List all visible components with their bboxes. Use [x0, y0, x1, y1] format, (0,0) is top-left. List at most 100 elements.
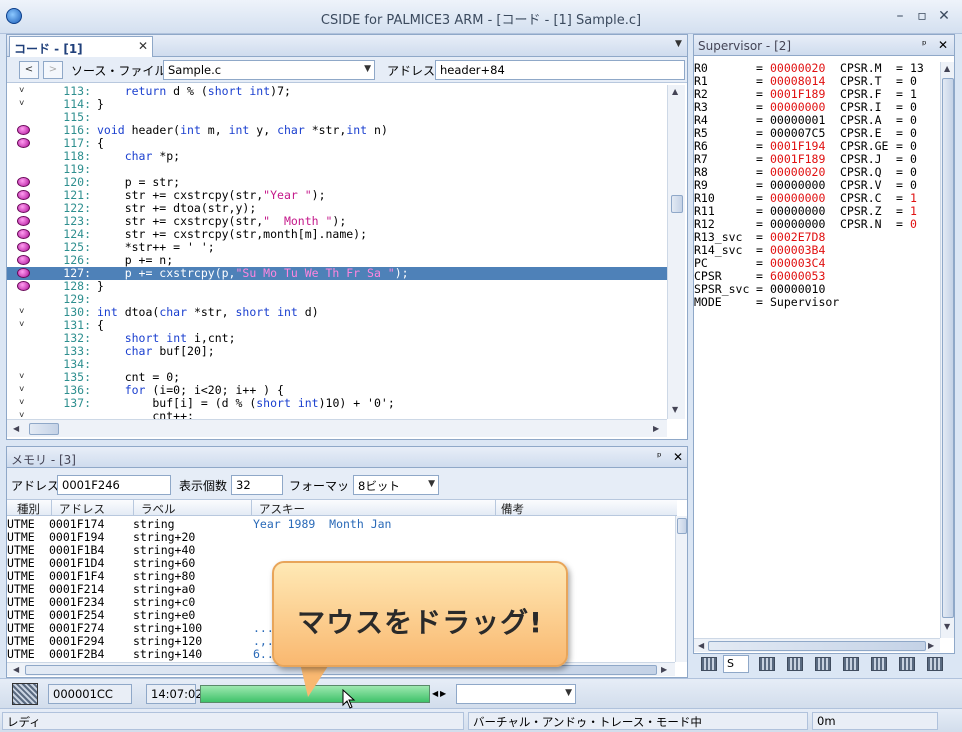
register-tab-icon[interactable]	[843, 657, 859, 671]
scroll-down-icon[interactable]: ▼	[944, 622, 950, 631]
table-row[interactable]: UTME 0001F174 string Year 1989 Month Jan	[7, 518, 675, 531]
code-line[interactable]: ˅ 113: return d % (short int)7;	[7, 85, 667, 98]
breakpoint-icon[interactable]	[17, 281, 30, 291]
close-icon[interactable]: ✕	[934, 6, 954, 26]
arrow-marker-icon[interactable]: ˅	[19, 385, 33, 396]
register-list: R0 = 00000020 CPSR.M = 13 R1 = 00008014 CPSR.T = 0 R…	[694, 62, 938, 622]
hscroll-thumb[interactable]	[29, 423, 59, 435]
scroll-down-icon[interactable]: ▼	[672, 405, 678, 414]
breakpoint-icon[interactable]	[17, 138, 30, 148]
col-notes[interactable]: 備考	[501, 501, 524, 517]
arrow-marker-icon[interactable]: ˅	[19, 86, 33, 97]
scroll-left-icon[interactable]: ◀	[13, 424, 19, 433]
arrow-marker-icon[interactable]: ˅	[19, 398, 33, 409]
hscroll-thumb[interactable]	[708, 641, 926, 651]
step-back-icon[interactable]: ◀	[432, 689, 438, 698]
time-field: 14:07:02	[146, 684, 203, 704]
arrow-marker-icon[interactable]: ˅	[19, 99, 33, 110]
tab-sample-c[interactable]: コード - [1] Sample.c ✕	[9, 36, 153, 71]
register-tab-icon[interactable]	[927, 657, 943, 671]
back-button[interactable]: <	[19, 61, 39, 79]
scroll-left-icon[interactable]: ◀	[13, 665, 19, 674]
register-tab-icon[interactable]	[759, 657, 775, 671]
register-tab-icon[interactable]	[899, 657, 915, 671]
scroll-right-icon[interactable]: ▶	[653, 424, 659, 433]
count-label: 表示個数	[179, 479, 228, 493]
mem-address-input[interactable]: 0001F246	[57, 475, 171, 495]
scroll-up-icon[interactable]: ▲	[944, 64, 950, 73]
col-ascii[interactable]: アスキー	[259, 501, 305, 517]
code-vscrollbar[interactable]: ▲ ▼	[667, 85, 685, 419]
code-line[interactable]: 133: char buf[20];	[7, 345, 667, 358]
source-file-label: ソース・ファイル	[71, 64, 167, 78]
flag-value: 0	[910, 217, 917, 231]
value-field-text: 000001CC	[53, 687, 113, 701]
register-tab-icon[interactable]	[787, 657, 803, 671]
breakpoint-icon[interactable]	[17, 242, 30, 252]
register-hscrollbar[interactable]: ◀ ▶	[694, 638, 940, 652]
code-tabbar: コード - [1] Sample.c ✕ ▼	[7, 35, 687, 71]
close-icon[interactable]: ✕	[673, 450, 683, 464]
register-tab-icon[interactable]	[871, 657, 887, 671]
code-hscrollbar[interactable]: ◀ ▶	[7, 419, 667, 437]
memory-vscrollbar[interactable]	[675, 516, 687, 662]
target-status-icon[interactable]	[12, 683, 38, 705]
table-row[interactable]: UTME 0001F194 string+20	[7, 531, 675, 544]
code-line[interactable]: ˅ 114:}	[7, 98, 667, 111]
scroll-left-icon[interactable]: ◀	[698, 641, 704, 650]
minimize-icon[interactable]: –	[890, 6, 910, 26]
close-icon[interactable]: ✕	[938, 38, 948, 52]
breakpoint-icon[interactable]	[17, 255, 30, 265]
scroll-thumb[interactable]	[671, 195, 683, 213]
format-select[interactable]: 8ビット ▼	[353, 475, 439, 495]
register-tab-icon[interactable]	[701, 657, 717, 671]
table-row[interactable]: UTME 0001F1B4 string+40	[7, 544, 675, 557]
register-tab-icon[interactable]	[815, 657, 831, 671]
breakpoint-icon[interactable]	[17, 177, 30, 187]
pin-icon[interactable]: ᵖ	[922, 38, 927, 51]
close-icon[interactable]: ✕	[138, 39, 148, 53]
code-line[interactable]: 118: char *p;	[7, 150, 667, 163]
scroll-right-icon[interactable]: ▶	[928, 641, 934, 650]
register-vscrollbar[interactable]: ▲ ▼	[940, 62, 954, 638]
col-kind[interactable]: 種別	[17, 501, 40, 517]
forward-button[interactable]: >	[43, 61, 63, 79]
line-text: return d % (short int)7;	[124, 85, 291, 98]
col-label[interactable]: ラベル	[141, 501, 176, 517]
memory-toolbar: アドレス 0001F246 表示個数 32 フォーマット 8ビット ▼	[7, 468, 687, 500]
scroll-thumb[interactable]	[677, 518, 687, 534]
code-line[interactable]: 116: void header(int m, int y, char *str,…	[7, 124, 667, 137]
memory-header: メモリ - [3] ᵖ ✕	[6, 446, 688, 468]
supervisor-tabstrip: S	[693, 654, 955, 676]
chevron-down-icon[interactable]: ▼	[675, 39, 682, 49]
breakpoint-icon[interactable]	[17, 268, 30, 278]
source-file-select[interactable]: Sample.c ▼	[163, 60, 375, 80]
code-line[interactable]: 127: p += cxstrcpy(p,"Su Mo Tu We Th Fr …	[7, 267, 667, 280]
scroll-thumb[interactable]	[942, 78, 954, 618]
arrow-marker-icon[interactable]: ˅	[19, 320, 33, 331]
count-input[interactable]: 32	[231, 475, 283, 495]
arrow-marker-icon[interactable]: ˅	[19, 307, 33, 318]
trace-select[interactable]: ▼	[456, 684, 576, 704]
code-editor[interactable]: ˅ 113: return d % (short int)7; ˅ 114:} 115:…	[7, 85, 667, 421]
code-line[interactable]: 128:}	[7, 280, 667, 293]
register-tab-active[interactable]: S	[723, 655, 749, 673]
arrow-marker-icon[interactable]: ˅	[19, 372, 33, 383]
step-forward-icon[interactable]: ▶	[440, 689, 446, 698]
scroll-right-icon[interactable]: ▶	[661, 665, 667, 674]
col-address[interactable]: アドレス	[59, 501, 105, 517]
line-text: char buf[20];	[124, 344, 215, 358]
register-row[interactable]: MODE = Supervisor	[694, 296, 938, 309]
address-value: header+84	[440, 63, 505, 77]
breakpoint-icon[interactable]	[17, 190, 30, 200]
breakpoint-icon[interactable]	[17, 203, 30, 213]
cell-label: string+140	[133, 647, 203, 661]
breakpoint-icon[interactable]	[17, 125, 30, 135]
address-input[interactable]: header+84	[435, 60, 685, 80]
breakpoint-icon[interactable]	[17, 216, 30, 226]
maximize-icon[interactable]: ▫	[912, 6, 932, 26]
code-line[interactable]: ˅ 130: int dtoa(char *str, short int d)	[7, 306, 667, 319]
breakpoint-icon[interactable]	[17, 229, 30, 239]
scroll-up-icon[interactable]: ▲	[672, 87, 678, 96]
pin-icon[interactable]: ᵖ	[657, 450, 662, 463]
